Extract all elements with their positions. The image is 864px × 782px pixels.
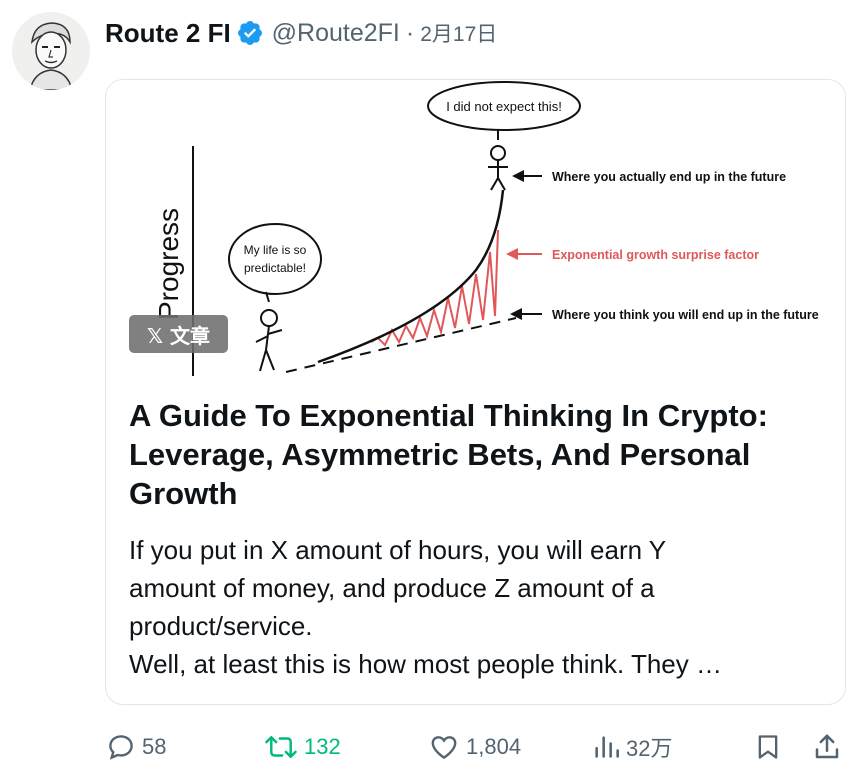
separator-dot: · — [405, 18, 415, 47]
analytics-icon — [595, 736, 619, 758]
repost-button[interactable]: 132 — [264, 722, 341, 772]
share-icon — [815, 734, 839, 759]
author-handle[interactable]: @Route2FI — [272, 19, 400, 48]
tweet-header: Route 2 FI @Route2FI · 2月17日 — [105, 16, 497, 50]
timestamp[interactable]: 2月17日 — [420, 18, 497, 48]
action-bar: 58 132 1,804 32万 — [0, 722, 864, 772]
excerpt-line: If you put in X amount of hours, you wil… — [129, 535, 667, 565]
bookmark-button[interactable] — [754, 722, 788, 772]
share-button[interactable] — [812, 722, 848, 772]
heart-icon — [431, 736, 457, 760]
arrow-think-label: Where you think you will end up in the f… — [552, 308, 819, 322]
avatar[interactable] — [12, 12, 90, 90]
speech-left-line2: predictable! — [244, 261, 306, 275]
reply-count: 58 — [142, 734, 167, 759]
progress-axis-label: Progress — [153, 208, 184, 320]
article-excerpt: If you put in X amount of hours, you wil… — [129, 531, 829, 683]
arrow-actual-label: Where you actually end up in the future — [552, 170, 786, 184]
avatar-sketch-icon — [12, 12, 90, 90]
article-card[interactable]: Progress My life is so predictable! I di… — [105, 79, 846, 705]
speech-top-text: I did not expect this! — [446, 99, 562, 114]
like-button[interactable]: 1,804 — [428, 722, 521, 772]
excerpt-line: product/service. — [129, 611, 313, 641]
verified-badge-icon[interactable] — [236, 19, 264, 47]
excerpt-line: amount of money, and produce Z amount of… — [129, 573, 655, 603]
repost-icon — [265, 736, 297, 758]
author-name[interactable]: Route 2 FI — [105, 18, 231, 49]
bookmark-icon — [758, 735, 778, 759]
excerpt-line: Well, at least this is how most people t… — [129, 649, 722, 679]
article-title[interactable]: A Guide To Exponential Thinking In Crypt… — [129, 396, 829, 513]
speech-bubble-left — [228, 223, 322, 295]
views-button[interactable]: 32万 — [592, 722, 672, 772]
reply-icon — [109, 735, 133, 760]
arrow-surprise-label: Exponential growth surprise factor — [552, 248, 759, 262]
speech-left-line1: My life is so — [244, 243, 307, 257]
view-count: 32万 — [626, 736, 673, 761]
article-badge: 𝕏 文章 — [129, 315, 228, 353]
reply-button[interactable]: 58 — [106, 722, 166, 772]
like-count: 1,804 — [466, 734, 522, 759]
repost-count: 132 — [304, 734, 341, 759]
